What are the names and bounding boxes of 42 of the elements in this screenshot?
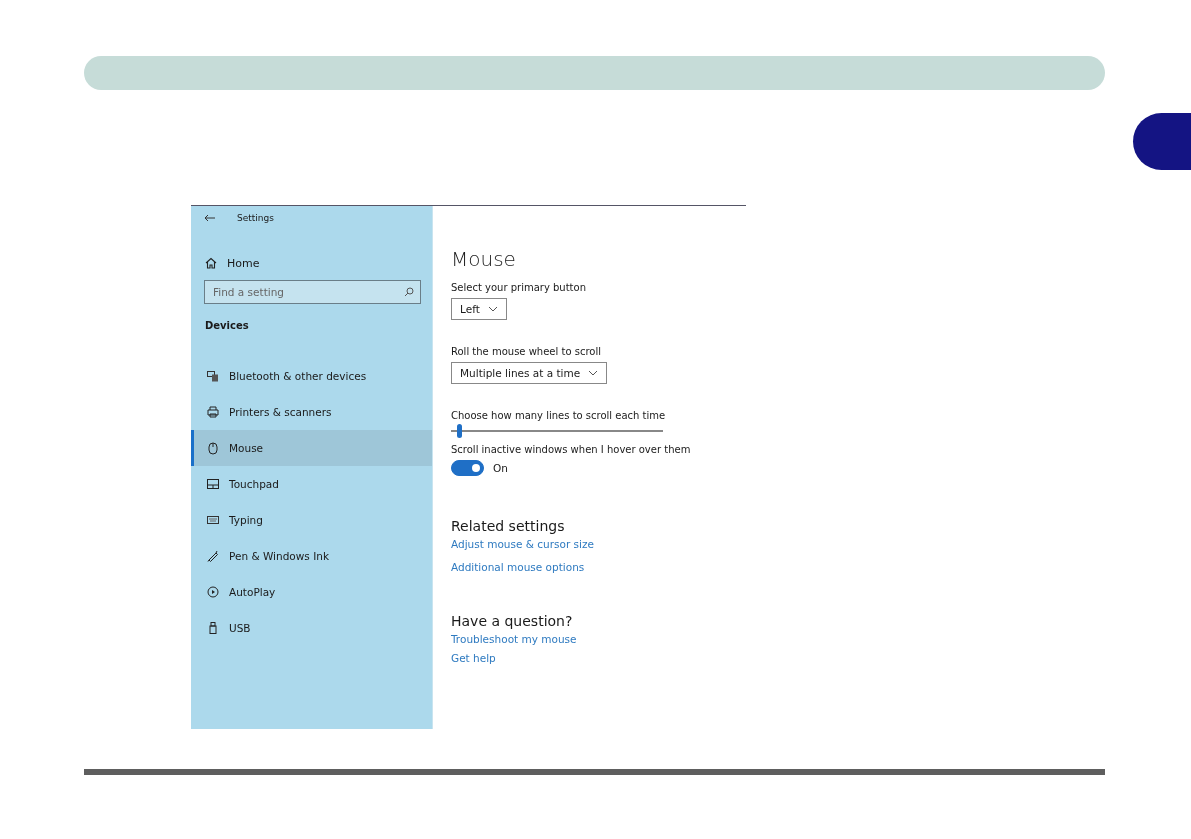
dropdown[interactable]: Multiple lines at a time (451, 362, 608, 384)
pen-icon (207, 550, 219, 562)
toggle-switch[interactable] (451, 460, 484, 476)
usb-drive-icon (207, 622, 219, 634)
devices-icon (207, 370, 219, 382)
mouse-icon (207, 441, 219, 455)
nav-item[interactable]: Typing (191, 502, 432, 538)
slider[interactable] (451, 424, 663, 438)
link[interactable]: Troubleshoot my mouse (451, 633, 746, 645)
chevron-down-icon (487, 306, 498, 312)
home-icon (205, 257, 217, 269)
keyboard-icon (207, 516, 219, 524)
dropdown[interactable]: Left (451, 298, 507, 320)
link[interactable]: Get help (451, 652, 746, 664)
home-link[interactable]: Home (205, 255, 432, 271)
nav-item[interactable]: USB (191, 610, 432, 646)
link[interactable]: Additional mouse options (451, 561, 746, 573)
search-icon (404, 287, 414, 297)
nav-item[interactable]: Pen & Windows Ink (191, 538, 432, 574)
nav-item[interactable]: Bluetooth & other devices (191, 358, 432, 394)
nav-item[interactable]: AutoPlay (191, 574, 432, 610)
chevron-down-icon (588, 370, 599, 376)
back-arrow-icon[interactable] (204, 214, 216, 222)
section-heading: Related settings (451, 518, 566, 534)
touchpad-icon (207, 479, 219, 489)
nav-item[interactable]: Touchpad (191, 466, 432, 502)
setting-label: Roll the mouse wheel to scroll (451, 346, 602, 357)
printer-icon (207, 406, 219, 418)
section-heading: Devices (205, 320, 250, 331)
toggle-state: On (493, 462, 508, 474)
setting-label: Scroll inactive windows when I hover over them (451, 444, 692, 455)
slider-thumb[interactable] (457, 424, 463, 438)
play-circle-icon (207, 586, 219, 598)
link[interactable]: Adjust mouse & cursor size (451, 538, 746, 550)
nav-item[interactable]: Mouse (191, 430, 432, 466)
nav-item[interactable]: Printers & scanners (191, 394, 432, 430)
page-title: Mouse (451, 247, 517, 271)
search-field[interactable]: Find a setting (204, 280, 421, 304)
section-heading: Have a question? (451, 613, 574, 629)
setting-label: Select your primary button (451, 282, 587, 293)
window-title: Settings (237, 213, 274, 223)
setting-label: Choose how many lines to scroll each time (451, 410, 667, 421)
